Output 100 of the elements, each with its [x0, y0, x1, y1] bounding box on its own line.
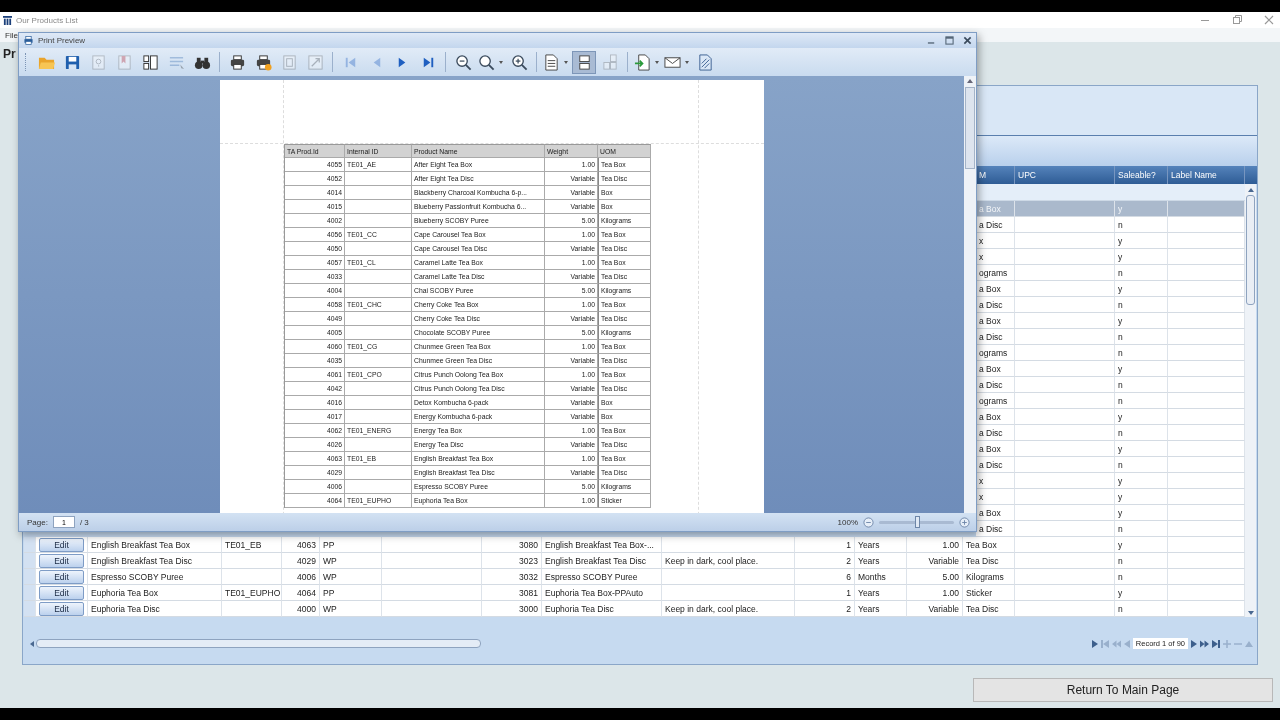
table-cell: ograms: [979, 267, 1008, 278]
table-cell: English Breakfast Tea Disc: [545, 555, 646, 566]
table-row[interactable]: a Box y: [976, 505, 1245, 521]
table-row[interactable]: Edit English Breakfast Tea Box TE01_EB 4063 PP 3080 English Breakfast Tea Box-... 1 Years 1.00 Tea Box y: [24, 537, 1245, 553]
table-row[interactable]: a Disc n: [976, 297, 1245, 313]
table-row[interactable]: a Disc n: [976, 217, 1245, 233]
collapse-icon[interactable]: [1245, 640, 1253, 647]
column-header[interactable]: M: [979, 170, 987, 180]
table-row[interactable]: a Box y: [976, 361, 1245, 377]
zoom-icon[interactable]: [478, 53, 495, 71]
next-record-icon[interactable]: [1191, 639, 1197, 648]
table-cell: a Box: [979, 363, 1001, 374]
table-cell: [345, 326, 412, 340]
table-cell: PP: [323, 539, 335, 550]
last-record-icon[interactable]: [1212, 639, 1220, 648]
table-row[interactable]: a Box y: [976, 313, 1245, 329]
caret-icon[interactable]: [685, 60, 689, 64]
table-row[interactable]: Edit Euphoria Tea Disc 4000 WP 3000 Euphoria Tea Disc Keep in dark, cool place. 2 Years Variable Tea Disc n: [24, 601, 1245, 617]
table-cell: 3081: [519, 587, 538, 598]
table-row[interactable]: Edit Euphoria Tea Box TE01_EUPHO 4064 PP 3081 Euphoria Tea Box-PPAuto 1 Years 1.00 Sticker y: [24, 585, 1245, 601]
edit-button[interactable]: Edit: [39, 585, 84, 600]
maximize-icon[interactable]: [1232, 15, 1242, 25]
table-row[interactable]: ograms n: [976, 345, 1245, 361]
column-header[interactable]: Saleable?: [1118, 170, 1156, 180]
table-row[interactable]: a Box y: [976, 281, 1245, 297]
table-cell: n: [1118, 603, 1123, 614]
previous-record-icon[interactable]: [1123, 639, 1130, 648]
caret-icon[interactable]: [564, 60, 568, 64]
table-cell: TE01_EUPHO: [225, 587, 281, 598]
previous-records-icon[interactable]: [1111, 639, 1121, 648]
table-cell: WP: [323, 555, 337, 566]
table-cell: Espresso SCOBY Puree: [91, 571, 184, 582]
table-row[interactable]: a Box y: [976, 441, 1245, 457]
column-header[interactable]: UPC: [1018, 170, 1036, 180]
scroll-thumb[interactable]: [1246, 195, 1255, 305]
table-row[interactable]: x y: [976, 249, 1245, 265]
table-cell: n: [1118, 571, 1123, 582]
table-cell: x: [979, 475, 984, 486]
scroll-left-icon[interactable]: [30, 640, 34, 647]
table-cell: a Box: [979, 411, 1001, 422]
table-row[interactable]: x y: [976, 473, 1245, 489]
table-row[interactable]: a Disc n: [976, 425, 1245, 441]
edit-button[interactable]: Edit: [39, 553, 84, 568]
table-cell: Keep in dark, cool place.: [665, 603, 759, 614]
table-row[interactable]: Edit English Breakfast Tea Disc 4029 WP 3023 English Breakfast Tea Disc Keep in dark, cool place. 2 Years Variable Tea Disc n: [24, 553, 1245, 569]
vertical-scrollbar[interactable]: [1245, 184, 1256, 617]
scroll-up-icon[interactable]: [1247, 188, 1254, 192]
table-cell: y: [1118, 411, 1123, 422]
table-cell: English Breakfast Tea Box: [91, 539, 191, 550]
table-row[interactable]: a Box y: [976, 409, 1245, 425]
table-cell: [345, 312, 412, 326]
column-header[interactable]: Label Name: [1171, 170, 1217, 180]
table-cell: Years: [858, 555, 880, 566]
edit-button[interactable]: Edit: [39, 601, 84, 616]
table-cell: a Box: [979, 443, 1001, 454]
table-row[interactable]: a Disc n: [976, 377, 1245, 393]
table-cell: [345, 480, 412, 494]
table-cell: a Box: [979, 203, 1001, 214]
scroll-down-icon[interactable]: [1247, 611, 1254, 615]
table-cell: n: [1118, 555, 1123, 566]
table-row[interactable]: a Disc n: [976, 457, 1245, 473]
menu-item[interactable]: File: [5, 30, 18, 40]
caret-icon[interactable]: [655, 60, 659, 64]
scroll-thumb[interactable]: [965, 87, 975, 169]
window-title: Our Products List: [16, 15, 78, 25]
close-icon[interactable]: [963, 36, 972, 45]
table-cell: a Box: [979, 283, 1001, 294]
table-cell: y: [1118, 507, 1123, 518]
return-button[interactable]: Return To Main Page: [973, 678, 1273, 702]
edit-button[interactable]: Edit: [39, 569, 84, 584]
document-icon[interactable]: [543, 53, 560, 71]
scroll-thumb[interactable]: [36, 639, 481, 648]
table-row[interactable]: ograms n: [976, 393, 1245, 409]
table-cell: [345, 214, 412, 228]
next-record-icon[interactable]: [1091, 639, 1098, 648]
page-label: Page:: [27, 517, 48, 527]
pages-icon[interactable]: [572, 50, 596, 74]
table-cell: a Box: [979, 315, 1001, 326]
page-total: / 3: [79, 517, 89, 527]
table-row[interactable]: ograms n: [976, 265, 1245, 281]
table-cell: [345, 270, 412, 284]
table-row[interactable]: Edit Espresso SCOBY Puree 4006 WP 3032 Espresso SCOBY Puree 6 Months 5.00 Kilograms n: [24, 569, 1245, 585]
table-cell: n: [1118, 219, 1123, 230]
next-records-icon[interactable]: [1200, 639, 1209, 648]
table-row[interactable]: x y: [976, 489, 1245, 505]
maximize-icon[interactable]: [945, 36, 954, 45]
window-title: Print Preview: [38, 36, 86, 45]
table-row[interactable]: a Disc n: [976, 521, 1245, 537]
scroll-up-icon[interactable]: [967, 79, 973, 83]
edit-button[interactable]: Edit: [39, 537, 84, 552]
table-row[interactable]: a Disc n: [976, 329, 1245, 345]
slider-thumb[interactable]: [914, 515, 920, 528]
table-cell: a Disc: [979, 379, 1003, 390]
caret-icon[interactable]: [499, 60, 503, 64]
table-cell: Years: [858, 539, 880, 550]
table-row[interactable]: x y: [976, 233, 1245, 249]
export-icon[interactable]: [634, 53, 651, 71]
table-cell: 5.00: [942, 571, 959, 582]
table-cell: Espresso SCOBY Puree: [545, 571, 638, 582]
vertical-scrollbar[interactable]: [964, 76, 976, 513]
